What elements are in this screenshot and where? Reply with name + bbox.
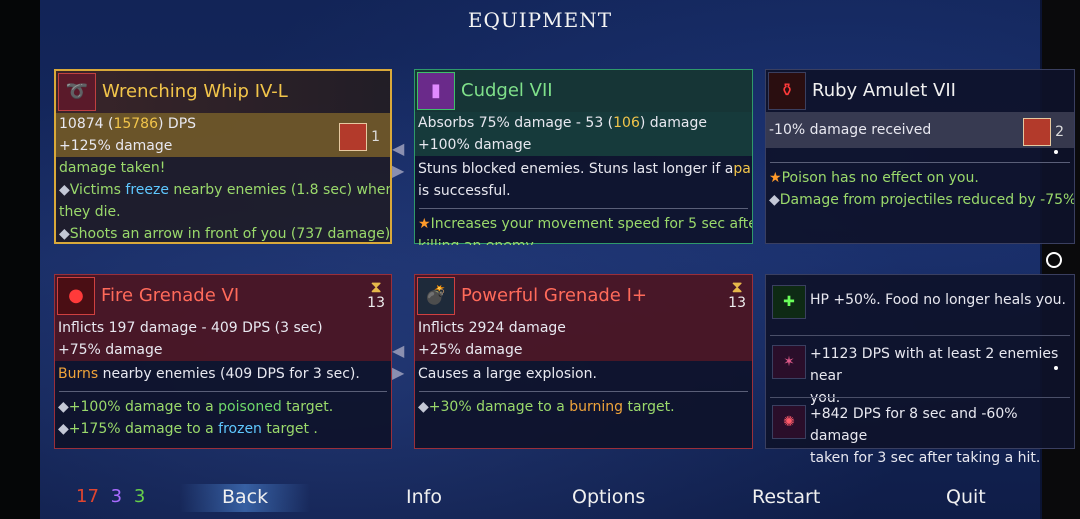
mutation-item[interactable]: ✚ HP +50%. Food no longer heals you. bbox=[770, 283, 1070, 323]
divider bbox=[419, 208, 748, 209]
projectile-line: ◆Damage from projectiles reduced by -75% bbox=[769, 192, 1074, 208]
powerful-grenade-card[interactable]: 💣 Powerful Grenade I+ ⧗ 13 Inflicts 2924 … bbox=[414, 274, 753, 449]
skill-name: Fire Grenade VI bbox=[101, 285, 240, 306]
speed-line: ★Increases your movement speed for 5 sec… bbox=[418, 216, 752, 232]
mutations-panel: ✚ HP +50%. Food no longer heals you. ✶ +… bbox=[765, 274, 1075, 466]
screen-edge-left bbox=[0, 0, 40, 519]
bottom-menu: 17 3 3 Back Info Options Restart Quit bbox=[40, 484, 1040, 514]
cooldown: ⧗ 13 bbox=[728, 277, 746, 312]
mutation-icon: ✺ bbox=[772, 405, 806, 439]
swap-arrow-icon: ◀ ▶ bbox=[392, 341, 405, 382]
back-button[interactable]: Back bbox=[222, 486, 268, 508]
cudgel-icon: ▮ bbox=[417, 72, 455, 110]
cursor-ring-icon bbox=[1046, 252, 1062, 268]
whip-icon: ➰ bbox=[58, 73, 96, 111]
scroll-dot bbox=[1054, 150, 1058, 154]
damage-line: +25% damage bbox=[415, 339, 752, 361]
mutation-item[interactable]: ✺ +842 DPS for 8 sec and -60% damage take… bbox=[770, 401, 1070, 466]
weapon-name: Wrenching Whip IV-L bbox=[102, 81, 288, 102]
amulet-name: Ruby Amulet VII bbox=[812, 80, 956, 101]
divider bbox=[770, 162, 1070, 163]
divider bbox=[419, 391, 748, 392]
info-button[interactable]: Info bbox=[406, 486, 442, 508]
options-button[interactable]: Options bbox=[572, 486, 645, 508]
scroll-icon bbox=[1022, 118, 1051, 146]
tactics-count: 3 bbox=[110, 486, 123, 507]
mutation-icon: ✚ bbox=[772, 285, 806, 319]
desc-line: damage taken! bbox=[59, 160, 166, 176]
fire-grenade-icon: ● bbox=[57, 277, 95, 315]
amulet-card[interactable]: ⚱ Ruby Amulet VII 2 -10% damage received… bbox=[765, 69, 1075, 244]
restart-button[interactable]: Restart bbox=[752, 486, 820, 508]
desc-line: Causes a large explosion. bbox=[418, 366, 597, 382]
mutation-item[interactable]: ✶ +1123 DPS with at least 2 enemies near… bbox=[770, 341, 1070, 406]
amulet-icon: ⚱ bbox=[768, 72, 806, 110]
swap-arrow-icon: ◀ ▶ bbox=[392, 139, 405, 180]
cudgel-card[interactable]: ▮ Cudgel VII Absorbs 75% damage - 53 (10… bbox=[414, 69, 753, 245]
scroll-indicator: 1 bbox=[338, 123, 380, 151]
divider bbox=[770, 397, 1070, 398]
quit-button[interactable]: Quit bbox=[946, 486, 986, 508]
mutation-icon: ✶ bbox=[772, 345, 806, 379]
bullet-poisoned: ◆+100% damage to a poisoned target. bbox=[58, 399, 334, 415]
skill-name: Powerful Grenade I+ bbox=[461, 285, 647, 306]
shield-name: Cudgel VII bbox=[461, 80, 553, 101]
inflicts-line: Inflicts 197 damage - 409 DPS (3 sec) bbox=[55, 317, 391, 339]
stun-line: Stuns blocked enemies. Stuns last longer… bbox=[418, 161, 752, 177]
scroll-indicator: 2 bbox=[1022, 118, 1064, 146]
fire-grenade-card[interactable]: ● Fire Grenade VI ⧗ 13 Inflicts 197 damag… bbox=[54, 274, 392, 449]
burn-line: Burns nearby enemies (409 DPS for 3 sec)… bbox=[58, 366, 360, 382]
brutality-count: 17 bbox=[76, 486, 99, 507]
inflicts-line: Inflicts 2924 damage bbox=[415, 317, 752, 339]
survival-count: 3 bbox=[133, 486, 146, 507]
page-title: EQUIPMENT bbox=[467, 8, 613, 32]
hourglass-icon: ⧗ bbox=[731, 277, 743, 296]
poison-line: ★Poison has no effect on you. bbox=[769, 170, 979, 186]
bullet-freeze: ◆Victims freeze nearby enemies (1.8 sec)… bbox=[59, 182, 390, 198]
bomb-icon: 💣 bbox=[417, 277, 455, 315]
scroll-dot bbox=[1054, 366, 1058, 370]
bullet-frozen: ◆+175% damage to a frozen target . bbox=[58, 421, 318, 437]
damage-line: +100% damage bbox=[415, 134, 752, 156]
bullet-arrow: ◆Shoots an arrow in front of you (737 da… bbox=[59, 226, 390, 242]
divider bbox=[59, 391, 387, 392]
bullet-burning: ◆+30% damage to a burning target. bbox=[418, 399, 675, 415]
scroll-counts: 17 3 3 bbox=[76, 486, 145, 507]
cooldown: ⧗ 13 bbox=[367, 277, 385, 312]
absorb-line: Absorbs 75% damage - 53 (106) damage bbox=[415, 112, 752, 134]
divider bbox=[770, 335, 1070, 336]
scroll-icon bbox=[338, 123, 367, 151]
hourglass-icon: ⧗ bbox=[370, 277, 382, 296]
whip-card[interactable]: ➰ Wrenching Whip IV-L 1 10874 (15786) DP… bbox=[54, 69, 392, 244]
damage-line: +75% damage bbox=[55, 339, 391, 361]
